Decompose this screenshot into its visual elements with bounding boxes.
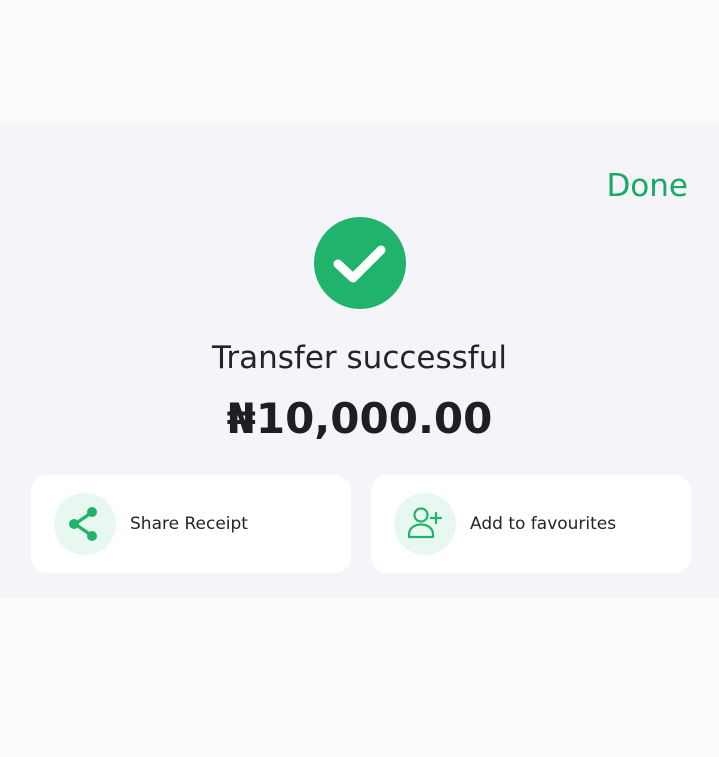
transfer-amount: ₦10,000.00 bbox=[226, 394, 493, 443]
add-to-favourites-label: Add to favourites bbox=[470, 514, 617, 534]
add-to-favourites-button[interactable]: Add to favourites bbox=[371, 475, 691, 573]
check-circle-icon bbox=[314, 217, 406, 309]
add-user-icon bbox=[394, 493, 456, 555]
share-icon bbox=[54, 493, 116, 555]
done-button[interactable]: Done bbox=[606, 166, 688, 206]
share-receipt-label: Share Receipt bbox=[130, 514, 248, 534]
share-receipt-button[interactable]: Share Receipt bbox=[31, 475, 351, 573]
status-title: Transfer successful bbox=[212, 340, 507, 376]
